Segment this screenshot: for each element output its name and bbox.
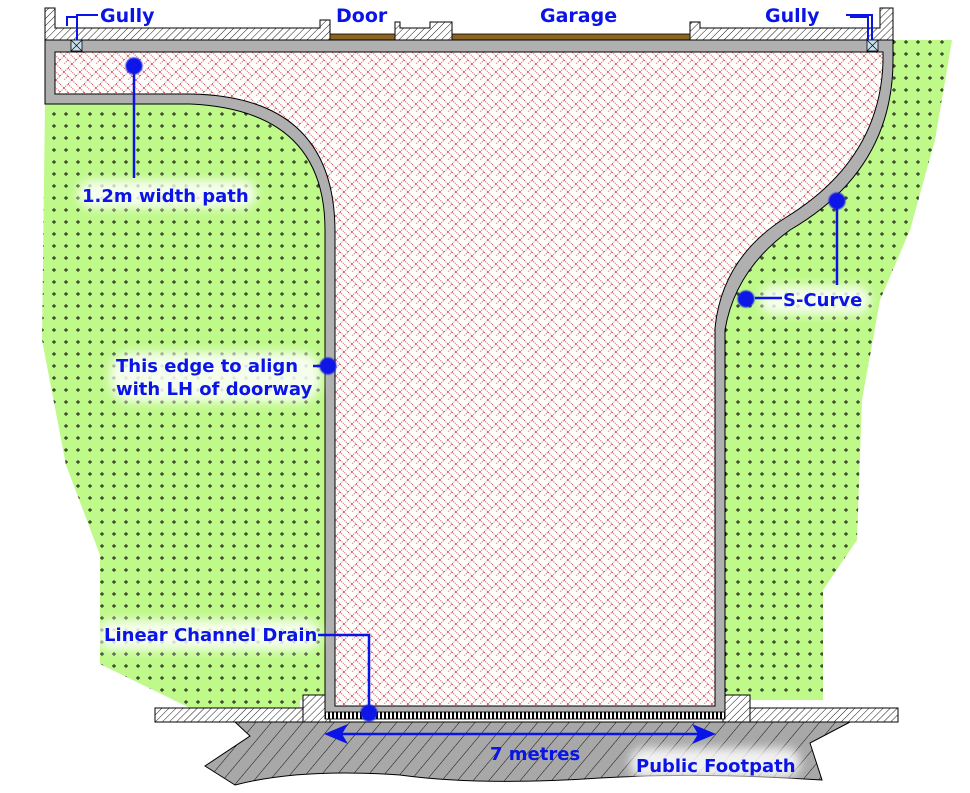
driveway-plan: Gully Door Garage Gully 1.2m width path …: [42, 5, 952, 786]
label-door: Door: [336, 5, 388, 27]
label-gully-left: Gully: [100, 5, 155, 27]
callout-dot-channel-drain: [360, 704, 378, 722]
label-path-width: 1.2m width path: [82, 186, 249, 207]
garage-threshold: [451, 33, 691, 41]
linear-channel-drain: [324, 711, 726, 720]
door-threshold: [329, 33, 396, 41]
label-gully-right: Gully: [765, 5, 820, 27]
house-wall: [44, 7, 331, 41]
callout-dot-path-width: [125, 57, 143, 75]
gully-right-icon: [866, 39, 879, 52]
label-width-dimension: 7 metres: [490, 744, 580, 765]
label-garage: Garage: [540, 5, 617, 27]
gully-left-icon: [70, 39, 83, 52]
label-s-curve: S-Curve: [783, 290, 862, 311]
boundary-pier-right: [722, 694, 751, 723]
house-wall-segment: [394, 21, 453, 41]
callout-dot-s-curve-upper: [828, 192, 846, 210]
callout-dot-s-curve-lower: [737, 290, 755, 308]
label-edge-align-line2: with LH of doorway: [116, 379, 312, 400]
label-channel-drain: Linear Channel Drain: [104, 625, 317, 646]
label-edge-align-line1: This edge to align: [116, 356, 298, 377]
callout-dot-edge-align: [319, 357, 337, 375]
label-public-footpath: Public Footpath: [636, 756, 796, 777]
